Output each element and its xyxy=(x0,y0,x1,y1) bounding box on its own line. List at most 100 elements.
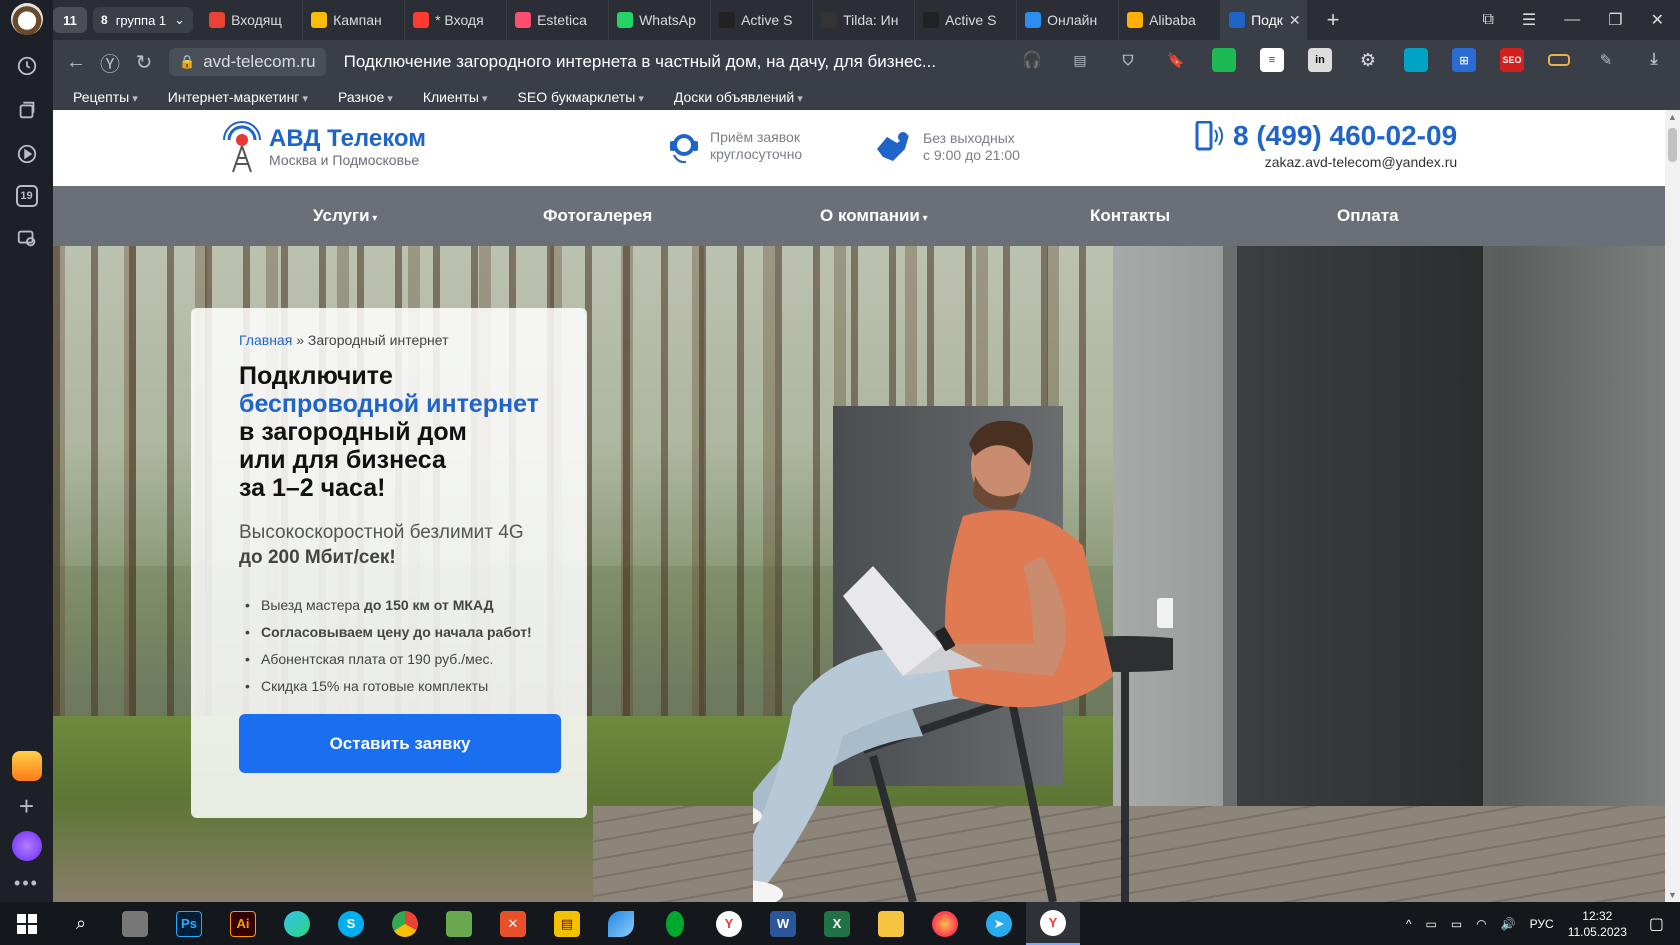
yandex-browser-logo[interactable] xyxy=(10,3,43,35)
bookmark-folder[interactable]: Рецепты xyxy=(73,89,138,105)
nav-gallery[interactable]: Фотогалерея xyxy=(543,206,652,226)
browser-tab[interactable]: Кампан xyxy=(303,0,406,40)
volume-icon[interactable]: 🔊 xyxy=(1501,917,1516,931)
headphones-icon[interactable]: 🎧 xyxy=(1020,48,1044,72)
yandex-y-icon[interactable]: Ⓨ xyxy=(93,48,127,77)
browser-tab[interactable]: Онлайн xyxy=(1017,0,1120,40)
nav-services[interactable]: Услуги xyxy=(313,206,377,226)
tray-expand-icon[interactable]: ^ xyxy=(1406,917,1412,931)
menu-icon[interactable]: ☰ xyxy=(1522,10,1536,30)
explorer-icon[interactable] xyxy=(864,902,918,945)
xmind-icon[interactable]: ✕ xyxy=(486,902,540,945)
screenshot-icon[interactable] xyxy=(14,225,40,251)
clock[interactable]: 12:32 11.05.2023 xyxy=(1568,908,1627,940)
headline-line-5: за 1–2 часа! xyxy=(239,474,386,502)
browser-tab[interactable]: WhatsAp xyxy=(609,0,712,40)
reader-icon[interactable]: ▤ xyxy=(1068,48,1092,72)
add-panel-icon[interactable]: + xyxy=(19,793,34,819)
linkedin-icon[interactable]: in xyxy=(1308,48,1332,72)
new-tab-button[interactable]: + xyxy=(1319,6,1347,34)
wifi-icon[interactable]: ◠ xyxy=(1476,917,1486,931)
color-picker-icon[interactable] xyxy=(1404,48,1428,72)
windows-start-icon[interactable] xyxy=(0,902,54,945)
history-icon[interactable] xyxy=(14,53,40,79)
yandex-browser-taskbar-icon[interactable]: Y xyxy=(1026,902,1080,945)
bookmark-folder[interactable]: Доски объявлений xyxy=(674,89,803,105)
alice-assistant-icon[interactable] xyxy=(11,831,42,861)
edge-icon[interactable] xyxy=(270,902,324,945)
reload-icon[interactable]: ↻ xyxy=(127,50,161,75)
nav-about[interactable]: О компании xyxy=(820,206,928,226)
scroll-thumb[interactable] xyxy=(1668,128,1677,162)
language-indicator[interactable]: РУС xyxy=(1530,917,1554,931)
seo-quake-icon[interactable]: SEO xyxy=(1500,48,1524,72)
close-window-icon[interactable]: ✕ xyxy=(1651,10,1664,30)
search-icon[interactable]: ⌕ xyxy=(54,902,108,945)
browser-tab[interactable]: Tilda: Ин xyxy=(813,0,916,40)
tab-count-button[interactable]: 11 xyxy=(53,7,87,33)
minimize-icon[interactable]: — xyxy=(1564,11,1580,29)
protect-icon[interactable]: ⛉ xyxy=(1116,48,1140,72)
browser-tab[interactable]: Active S xyxy=(711,0,814,40)
bookmarks-panel-icon[interactable]: ⧉ xyxy=(1482,11,1493,29)
illustrator-icon[interactable]: Ai xyxy=(216,902,270,945)
restore-icon[interactable]: ❐ xyxy=(1608,10,1622,30)
seo-toolbar-icon[interactable]: ≡ xyxy=(1260,48,1284,72)
translate-icon[interactable]: ⊞ xyxy=(1452,48,1476,72)
battery-icon[interactable]: ▭ xyxy=(1451,917,1462,931)
breadcrumb-home-link[interactable]: Главная xyxy=(239,332,292,348)
collections-icon[interactable] xyxy=(14,97,40,123)
play-icon[interactable] xyxy=(14,141,40,167)
bookmark-folder[interactable]: Интернет-маркетинг xyxy=(168,89,308,105)
browser-tab[interactable]: Подк ✕ xyxy=(1221,0,1308,40)
battery-saver-icon[interactable] xyxy=(1548,54,1570,66)
skype-icon[interactable]: S xyxy=(324,902,378,945)
filezilla-icon[interactable]: ▤ xyxy=(540,902,594,945)
bookmark-folder[interactable]: SEO букмарклеты xyxy=(518,89,644,105)
excel-icon[interactable]: X xyxy=(810,902,864,945)
word-icon[interactable]: W xyxy=(756,902,810,945)
more-icon[interactable]: ••• xyxy=(14,873,39,894)
scroll-up-icon[interactable]: ▲ xyxy=(1668,112,1677,122)
download-icon[interactable]: ⤓ xyxy=(1642,48,1666,72)
browser-tab[interactable]: Входящ xyxy=(201,0,304,40)
browser-tab[interactable]: Estetica xyxy=(507,0,610,40)
email-link[interactable]: zakaz.avd-telecom@yandex.ru xyxy=(1193,154,1457,170)
calendar-icon[interactable]: 19 xyxy=(15,185,38,207)
url-field[interactable]: 🔒 avd-telecom.ru xyxy=(169,48,326,76)
firefox-icon[interactable] xyxy=(918,902,972,945)
yandex-icon[interactable]: Y xyxy=(702,902,756,945)
mail-app-icon[interactable] xyxy=(11,751,42,781)
notifications-icon[interactable]: ▢ xyxy=(1649,914,1664,934)
nav-contacts[interactable]: Контакты xyxy=(1090,206,1170,226)
bookmark-folder[interactable]: Разное xyxy=(338,89,393,105)
main-nav: Услуги Фотогалерея О компании Контакты О… xyxy=(53,186,1665,246)
bookmark-folder[interactable]: Клиенты xyxy=(423,89,488,105)
page-scrollbar[interactable]: ▲ ▼ xyxy=(1665,110,1680,902)
site-logo[interactable]: АВД Телеком Москва и Подмосковье xyxy=(221,120,426,174)
back-icon[interactable]: ← xyxy=(59,51,93,74)
phone-number[interactable]: 8 (499) 460-02-09 xyxy=(1233,120,1457,152)
close-tab-icon[interactable]: ✕ xyxy=(1289,12,1301,29)
nav-payment[interactable]: Оплата xyxy=(1337,206,1399,226)
bookmark-icon[interactable]: 🔖 xyxy=(1164,48,1188,72)
photoshop-icon[interactable]: Ps xyxy=(162,902,216,945)
telegram-icon[interactable]: ➤ xyxy=(972,902,1026,945)
scroll-down-icon[interactable]: ▼ xyxy=(1668,890,1677,900)
taskbar-app-user[interactable] xyxy=(108,902,162,945)
notepad-icon[interactable] xyxy=(432,902,486,945)
tray-device-icon[interactable]: ▭ xyxy=(1426,917,1437,931)
chrome-icon[interactable] xyxy=(378,902,432,945)
browser-tab[interactable]: Alibaba xyxy=(1119,0,1222,40)
info-24-7: Приём заявок круглосуточно xyxy=(668,127,802,165)
tab-group-chip[interactable]: 8 группа 1 ⌄ xyxy=(93,7,194,33)
browser-tab[interactable]: Active S xyxy=(915,0,1018,40)
feather-app-icon[interactable] xyxy=(594,902,648,945)
evernote-icon[interactable] xyxy=(648,902,702,945)
settings-gear-icon[interactable]: ⚙ xyxy=(1356,48,1380,72)
notes-icon[interactable]: ✎ xyxy=(1594,48,1618,72)
site-header: АВД Телеком Москва и Подмосковье Приём з… xyxy=(53,110,1665,186)
green-extension-icon[interactable] xyxy=(1212,48,1236,72)
browser-tab[interactable]: * Входя xyxy=(405,0,508,40)
leave-request-button[interactable]: Оставить заявку xyxy=(239,714,561,773)
